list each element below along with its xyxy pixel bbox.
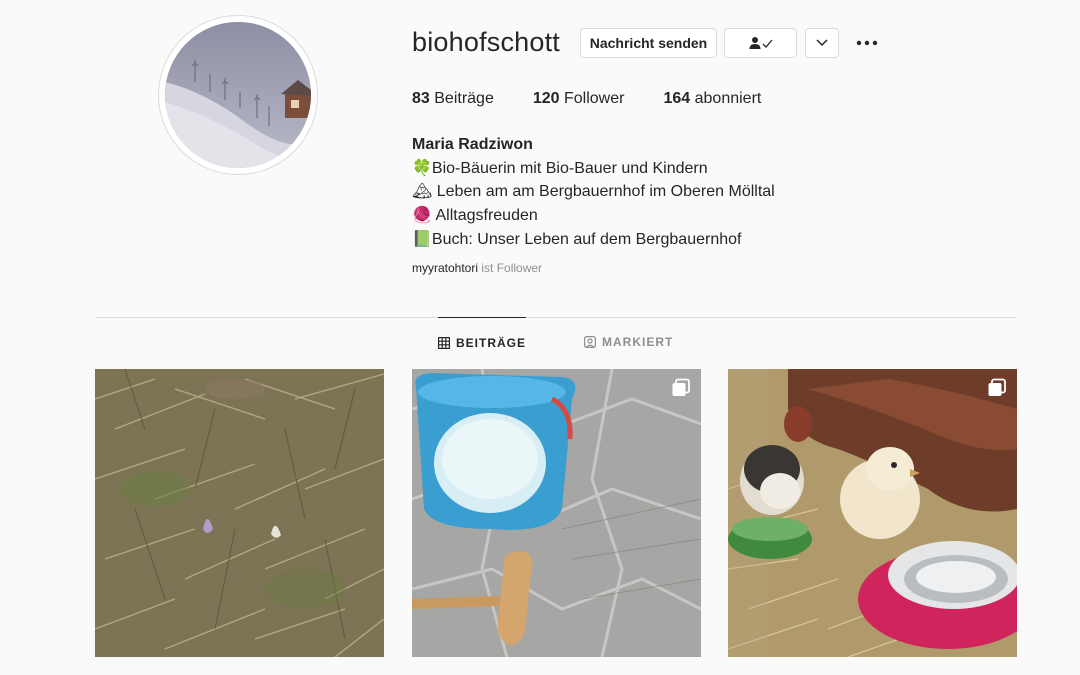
post-tile[interactable] (95, 369, 384, 657)
tag-person-icon (584, 336, 596, 348)
followers-count[interactable]: 120 Follower (533, 90, 625, 108)
multiple-photos-icon (988, 378, 1006, 396)
profile-avatar[interactable] (158, 15, 318, 175)
grid-icon (438, 337, 450, 349)
post-tile[interactable] (412, 369, 701, 657)
tab-tagged[interactable]: MARKIERT (584, 317, 673, 367)
send-message-button[interactable]: Nachricht senden (580, 28, 717, 58)
posts-count: 83 Beiträge (412, 90, 494, 107)
post-image (95, 369, 384, 657)
post-tile[interactable] (728, 369, 1017, 657)
post-image (728, 369, 1017, 657)
avatar-image (165, 22, 311, 168)
chevron-down-icon (816, 39, 828, 47)
profile-bio: Maria Radziwon 🍀Bio-Bäuerin mit Bio-Baue… (412, 133, 775, 252)
profile-username: biohofschott (412, 27, 560, 57)
tab-tagged-label: MARKIERT (602, 335, 674, 349)
profile-stats: 83 Beiträge 120 Follower 164 abonniert (412, 90, 800, 108)
tab-posts-label: BEITRÄGE (455, 336, 526, 350)
suggested-accounts-button[interactable] (805, 28, 839, 58)
following-count[interactable]: 164 abonniert (663, 90, 761, 108)
tab-posts[interactable]: BEITRÄGE (438, 317, 526, 368)
post-image (412, 369, 701, 657)
profile-full-name: Maria Radziwon (412, 136, 533, 153)
bio-line: 📗Buch: Unser Leben auf dem Bergbauernhof (412, 230, 742, 248)
tabs-divider (96, 317, 1017, 318)
followed-by-suffix: ist Follower (481, 261, 543, 275)
followed-by-account[interactable]: myyratohtori (412, 261, 478, 275)
person-check-icon (749, 37, 772, 49)
bio-line: 🍀Bio-Bäuerin mit Bio-Bauer und Kindern (412, 159, 708, 177)
following-status-button[interactable] (724, 28, 797, 58)
bio-line: 🧶 Alltagsfreuden (412, 207, 538, 225)
followed-by[interactable]: myyratohtori ist Follower (412, 261, 542, 275)
more-options-button[interactable] (854, 33, 880, 53)
bio-line: 🏔 Leben am am Bergbauernhof im Oberen Mö… (412, 183, 775, 201)
more-dots-icon (856, 40, 878, 46)
profile-page: biohofschott Nachricht senden 83 Beiträg… (0, 0, 1080, 675)
multiple-photos-icon (672, 378, 690, 396)
